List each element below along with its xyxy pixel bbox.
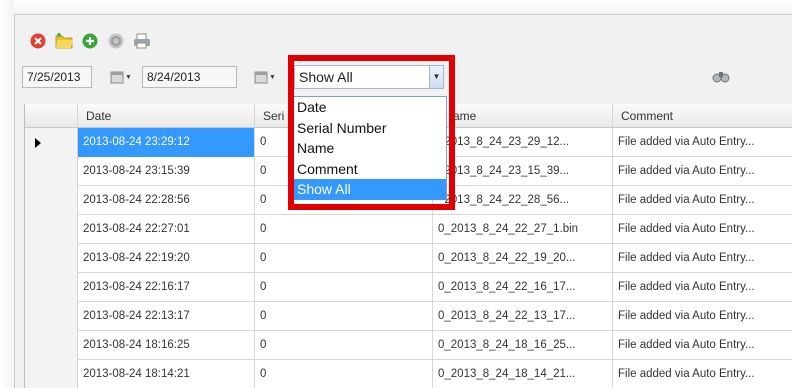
cell-date[interactable]: 2013-08-24 18:16:25 — [78, 331, 255, 360]
cell-date[interactable]: 2013-08-24 22:13:17 — [78, 302, 255, 331]
calendar-icon — [254, 71, 268, 84]
cell-serial[interactable]: 0 — [255, 360, 433, 388]
cell-name[interactable]: 0_2013_8_24_22_13_17... — [433, 302, 613, 331]
cell-serial[interactable]: 0 — [255, 331, 433, 360]
cell-name[interactable]: _2013_8_24_22_28_56... — [433, 186, 613, 215]
delete-icon[interactable] — [27, 30, 49, 52]
chevron-down-icon: ▼ — [125, 73, 132, 81]
cell-date[interactable]: 2013-08-24 22:28:56 — [78, 186, 255, 215]
cell-name[interactable]: 0_2013_8_24_18_14_21... — [433, 360, 613, 388]
table-row[interactable]: 2013-08-24 22:13:17 0 0_2013_8_24_22_13_17… — [25, 302, 792, 331]
current-row-icon — [35, 138, 41, 148]
cell-date[interactable]: 2013-08-24 18:14:21 — [78, 360, 255, 388]
table-row[interactable]: 2013-08-24 22:27:01 0 0_2013_8_24_22_27_1.… — [25, 215, 792, 244]
cell-date[interactable]: 2013-08-24 23:29:12 — [78, 128, 255, 157]
cell-comment[interactable]: File added via Auto Entry... — [613, 157, 792, 186]
cell-comment[interactable]: File added via Auto Entry... — [613, 186, 792, 215]
row-header[interactable] — [25, 186, 78, 215]
row-header[interactable] — [25, 273, 78, 302]
chevron-down-icon: ▼ — [269, 73, 276, 81]
cell-date[interactable]: 2013-08-24 22:16:17 — [78, 273, 255, 302]
cell-date[interactable]: 2013-08-24 23:15:39 — [78, 157, 255, 186]
row-header[interactable] — [25, 128, 78, 157]
folder-icon[interactable] — [53, 30, 75, 52]
column-header-date[interactable]: Date — [78, 104, 255, 128]
end-calendar-button[interactable]: ▼ — [254, 67, 278, 87]
cell-comment[interactable]: File added via Auto Entry... — [613, 273, 792, 302]
row-header[interactable] — [25, 157, 78, 186]
cell-comment[interactable]: File added via Auto Entry... — [613, 244, 792, 273]
end-date-field[interactable]: 8/24/2013 — [142, 66, 237, 88]
background-left — [0, 0, 14, 388]
cell-comment[interactable]: File added via Auto Entry... — [613, 331, 792, 360]
calendar-icon — [110, 71, 124, 84]
cell-date[interactable]: 2013-08-24 22:27:01 — [78, 215, 255, 244]
cell-name[interactable]: 0_2013_8_24_22_16_17... — [433, 273, 613, 302]
cell-serial[interactable]: 0 — [255, 244, 433, 273]
column-header-name[interactable]: ame — [433, 104, 613, 128]
table-row[interactable]: 2013-08-24 22:16:17 0 0_2013_8_24_22_16_17… — [25, 273, 792, 302]
cell-name[interactable]: 0_2013_8_24_22_19_20... — [433, 244, 613, 273]
cell-serial[interactable]: 0 — [255, 302, 433, 331]
highlight-box — [288, 55, 455, 210]
cell-comment[interactable]: File added via Auto Entry... — [613, 360, 792, 388]
cell-comment[interactable]: File added via Auto Entry... — [613, 128, 792, 157]
print-icon[interactable] — [131, 30, 153, 52]
cell-serial[interactable]: 0 — [255, 273, 433, 302]
header-row-indicator — [25, 104, 78, 128]
column-header-comment[interactable]: Comment — [613, 104, 792, 128]
table-row[interactable]: 2013-08-24 22:19:20 0 0_2013_8_24_22_19_20… — [25, 244, 792, 273]
cell-name[interactable]: 0_2013_8_24_22_27_1.bin — [433, 215, 613, 244]
toolbar — [27, 27, 153, 55]
cell-comment[interactable]: File added via Auto Entry... — [613, 302, 792, 331]
table-row[interactable]: 2013-08-24 18:14:21 0 0_2013_8_24_18_14_21… — [25, 360, 792, 388]
cell-name[interactable]: _2013_8_24_23_15_39... — [433, 157, 613, 186]
start-date-field[interactable]: 7/25/2013 — [22, 66, 92, 88]
row-header[interactable] — [25, 360, 78, 388]
row-header[interactable] — [25, 331, 78, 360]
cell-name[interactable]: 0_2013_8_24_18_16_25... — [433, 331, 613, 360]
cell-name[interactable]: _2013_8_24_23_29_12... — [433, 128, 613, 157]
add-icon[interactable] — [79, 30, 101, 52]
refresh-icon[interactable] — [105, 30, 127, 52]
cell-comment[interactable]: File added via Auto Entry... — [613, 215, 792, 244]
row-header[interactable] — [25, 302, 78, 331]
row-header[interactable] — [25, 244, 78, 273]
row-header[interactable] — [25, 215, 78, 244]
table-row[interactable]: 2013-08-24 18:16:25 0 0_2013_8_24_18_16_25… — [25, 331, 792, 360]
binoculars-icon[interactable] — [712, 69, 730, 86]
background-top — [0, 0, 792, 14]
cell-date[interactable]: 2013-08-24 22:19:20 — [78, 244, 255, 273]
cell-serial[interactable]: 0 — [255, 215, 433, 244]
start-calendar-button[interactable]: ▼ — [110, 67, 134, 87]
